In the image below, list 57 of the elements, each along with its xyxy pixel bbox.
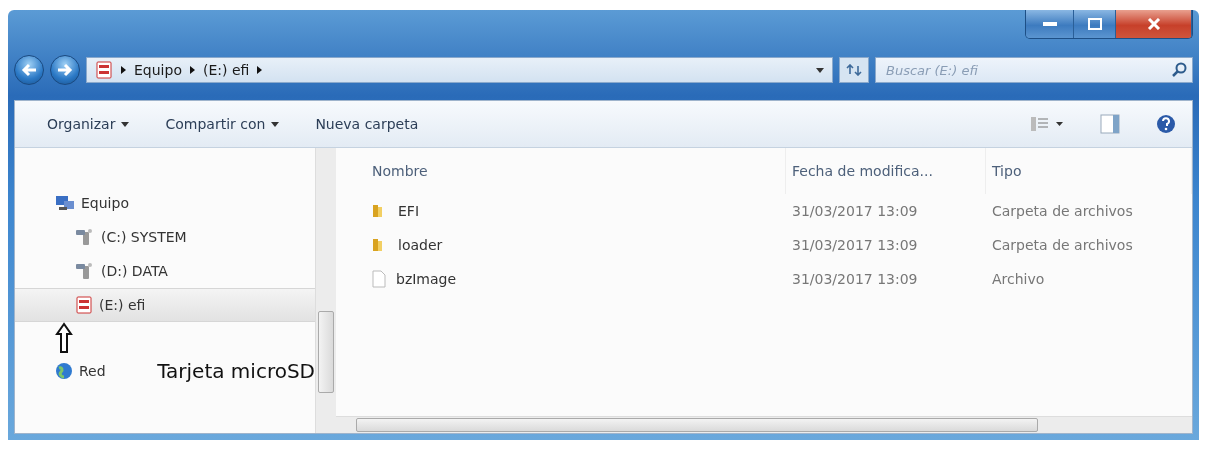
refresh-icon xyxy=(846,64,862,76)
caret-icon xyxy=(121,121,130,127)
toolbar-button[interactable]: Compartir con xyxy=(165,116,280,132)
file-name[interactable]: bzImage xyxy=(366,262,786,296)
column-header[interactable]: Tipo xyxy=(986,148,1192,194)
drive-icon xyxy=(75,228,95,246)
file-icon xyxy=(372,270,386,288)
search-field[interactable]: Buscar (E:) efi xyxy=(875,57,1193,83)
arrow-right-icon xyxy=(57,63,73,77)
close-button[interactable] xyxy=(1116,10,1192,38)
table-cell-text: 31/03/2017 13:09 xyxy=(791,202,919,221)
toolbar-button[interactable]: Nueva carpeta xyxy=(315,116,419,132)
table-cell-text: 31/03/2017 13:09 xyxy=(791,270,919,289)
forward-button[interactable] xyxy=(50,55,80,85)
caret-icon xyxy=(816,67,824,73)
refresh-button[interactable] xyxy=(839,57,869,83)
table-cell-text: Carpeta de archivos xyxy=(991,202,1134,221)
close-icon xyxy=(1146,18,1161,30)
minimize-icon xyxy=(1042,22,1057,26)
back-button[interactable] xyxy=(14,55,44,85)
maximize-icon xyxy=(1087,18,1102,30)
sidebar-item[interactable]: (C:) SYSTEM xyxy=(15,220,315,254)
breadcrumb[interactable]: Equipo xyxy=(134,62,182,78)
caret-icon xyxy=(271,121,280,127)
column-header[interactable]: Nombre xyxy=(366,148,786,194)
search-icon xyxy=(1171,62,1187,78)
globe-icon xyxy=(55,362,73,380)
computer-icon xyxy=(55,195,75,211)
minimize-button[interactable] xyxy=(1026,10,1074,38)
sidebar-item[interactable]: (E:) efi xyxy=(15,288,315,322)
table-cell-text: Archivo xyxy=(991,270,1046,289)
preview-pane-icon[interactable] xyxy=(1100,114,1120,134)
memory-card-icon xyxy=(75,296,93,314)
address-bar[interactable]: Equipo (E:) efi xyxy=(86,57,833,83)
table-cell-text: Carpeta de archivos xyxy=(991,236,1134,255)
breadcrumb[interactable]: (E:) efi xyxy=(202,62,250,78)
chevron-icon xyxy=(257,66,263,74)
column-header[interactable]: Fecha de modifica... xyxy=(786,148,986,194)
annotation-label: Tarjeta microSD xyxy=(157,361,315,381)
view-options-icon[interactable] xyxy=(1030,115,1064,133)
memory-card-icon xyxy=(95,61,113,79)
help-icon[interactable] xyxy=(1156,114,1176,134)
arrow-left-icon xyxy=(21,63,37,77)
chevron-icon xyxy=(121,66,126,74)
toolbar-button[interactable]: Organizar xyxy=(47,116,130,132)
maximize-button[interactable] xyxy=(1074,10,1116,38)
sidebar-item[interactable]: Equipo xyxy=(15,186,315,220)
horizontal-scrollbar[interactable] xyxy=(336,416,1192,433)
chevron-icon xyxy=(189,66,195,74)
sidebar-item[interactable]: Red Tarjeta microSD xyxy=(15,354,315,388)
arrow-up-icon xyxy=(55,322,73,354)
vertical-scrollbar[interactable] xyxy=(315,148,336,433)
file-name[interactable]: EFI xyxy=(366,194,786,228)
drive-icon xyxy=(75,262,95,280)
table-cell-text: 31/03/2017 13:09 xyxy=(791,236,919,255)
file-name[interactable]: loader xyxy=(366,228,786,262)
sidebar-item[interactable]: (D:) DATA xyxy=(15,254,315,288)
